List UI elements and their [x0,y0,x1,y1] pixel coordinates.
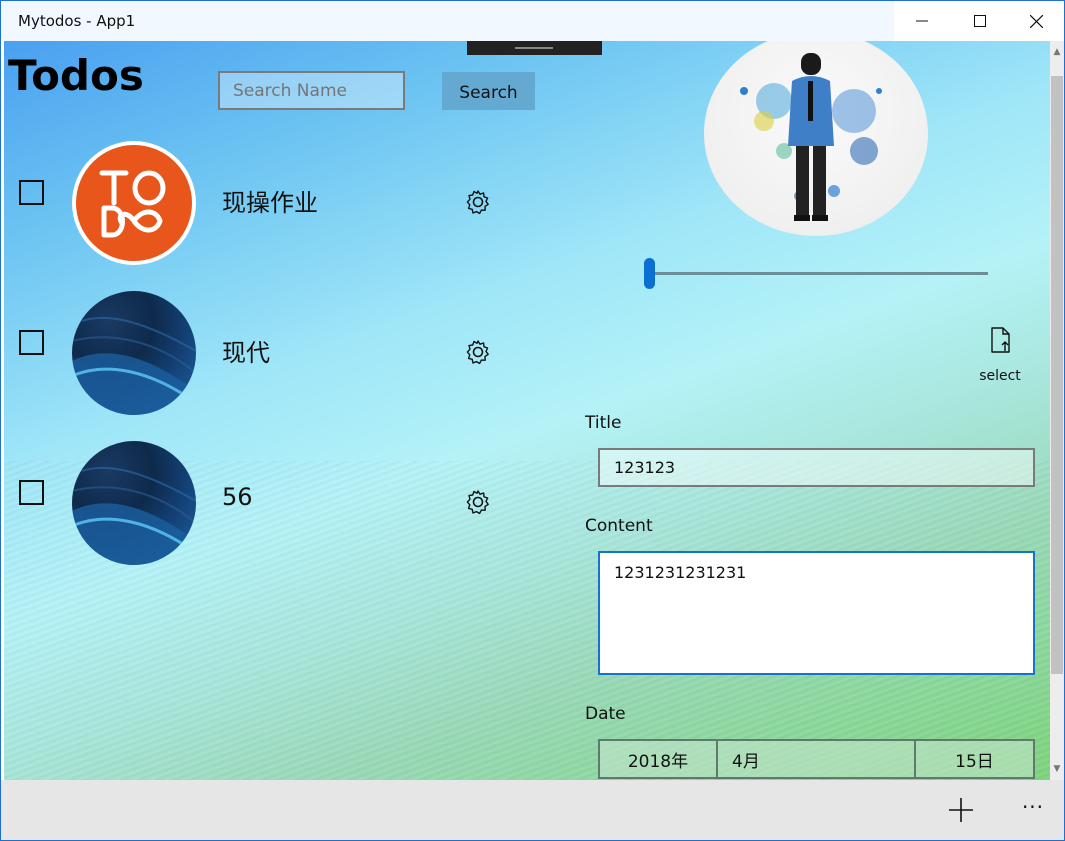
close-icon [1029,14,1043,28]
search-input[interactable] [218,71,405,110]
minimize-icon [916,20,928,22]
image-size-slider[interactable] [650,272,988,275]
title-label: Title [585,413,622,433]
title-bar: Mytodos - App1 [1,1,1064,41]
scroll-thumb[interactable] [1051,76,1063,674]
title-bar-drag-area[interactable]: Mytodos - App1 [1,1,894,41]
content-label: Content [585,516,653,536]
date-label: Date [585,704,626,724]
content-textarea[interactable]: 1231231231231 [598,551,1035,675]
gear-icon[interactable] [464,188,492,216]
command-bar: ··· [1,780,1064,840]
main-content: Todos Search 现操作业 [4,41,1050,780]
maximize-button[interactable] [952,1,1008,41]
date-year[interactable]: 2018年 [600,741,718,777]
file-upload-icon [991,327,1010,353]
blue-wave-avatar [72,291,196,415]
more-icon[interactable]: ··· [1013,792,1053,828]
vertical-scrollbar[interactable]: ▲ ▼ [1050,41,1064,780]
gear-icon[interactable] [464,488,492,516]
title-input[interactable] [598,448,1035,487]
todo-list-item[interactable]: 现代 [4,291,544,421]
blue-wave-avatar [72,441,196,565]
todo-list-item[interactable]: 现操作业 [4,141,544,271]
wave-image-icon [72,316,196,415]
grip-icon [515,47,553,49]
scroll-up-icon[interactable]: ▲ [1050,45,1064,59]
window-title: Mytodos - App1 [18,12,136,30]
todo-checkbox[interactable] [19,180,44,205]
slider-thumb[interactable] [644,258,655,289]
gear-icon[interactable] [464,338,492,366]
select-label: select [979,368,1021,384]
todo-checkbox[interactable] [19,330,44,355]
pane-drag-handle[interactable] [467,41,602,55]
todo-label: 现操作业 [222,189,318,217]
todo-list-item[interactable]: 56 [4,441,544,571]
date-picker[interactable]: 2018年 4月 15日 [598,739,1035,779]
date-month[interactable]: 4月 [718,741,916,777]
select-image-button[interactable]: select [972,323,1028,387]
todo-logo-avatar [72,141,196,265]
todo-label: 56 [222,483,253,511]
todo-label: 现代 [222,339,270,367]
todo-photo [704,41,928,236]
search-button[interactable]: Search [442,72,535,110]
person-illustration-icon [740,53,882,221]
todo-checkbox[interactable] [19,480,44,505]
app-window: Mytodos - App1 Todos Search Name Search … [0,0,1065,841]
todo-logo-icon [76,145,192,261]
add-button[interactable] [941,792,981,828]
page-title: Todos [8,51,144,100]
maximize-icon [974,15,986,27]
add-icon [949,798,973,822]
scroll-down-icon[interactable]: ▼ [1050,762,1064,776]
close-button[interactable] [1008,1,1064,41]
minimize-button[interactable] [894,1,950,41]
date-day[interactable]: 15日 [916,741,1033,777]
wave-image-icon [72,466,196,565]
